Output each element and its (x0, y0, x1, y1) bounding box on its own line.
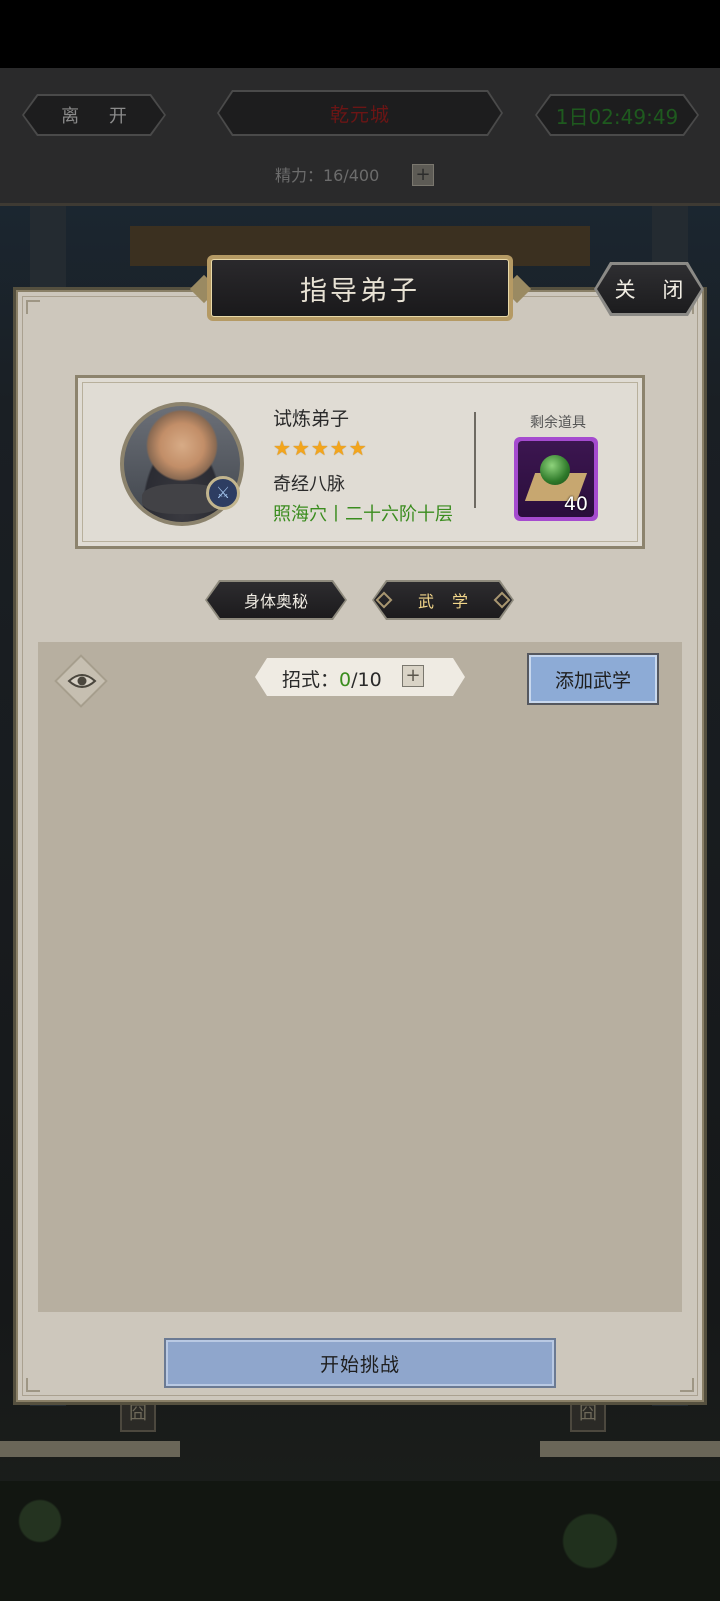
add-martial-arts-button[interactable]: 添加武学 (527, 653, 659, 705)
divider (474, 412, 476, 508)
city-name-plate: 乾元城 (217, 90, 503, 136)
bench (540, 1441, 720, 1457)
corner-ornament (26, 1378, 40, 1392)
energy-plus-button[interactable]: + (412, 164, 434, 186)
moves-text: 招式：0/10 (282, 665, 382, 692)
meridian-label: 奇经八脉 (273, 474, 345, 495)
item-slot[interactable]: 40 (514, 437, 598, 521)
bench (0, 1441, 180, 1457)
moves-plus-button[interactable]: + (402, 665, 424, 687)
moves-max: /10 (351, 669, 382, 691)
close-button[interactable]: 关 闭 (594, 262, 704, 316)
tab-label: 武学 (374, 582, 512, 618)
acupoint-progress: 照海穴丨二十六阶十层 (273, 504, 453, 525)
timer-plate: 1日02:49:49 (535, 94, 699, 136)
leave-label: 离 开 (61, 106, 139, 127)
martial-arts-list-area[interactable] (38, 642, 682, 1312)
disciple-info-card: ⚔ 试炼弟子 ★★★★★ 奇经八脉 照海穴丨二十六阶十层 剩余道具 40 (75, 375, 645, 549)
eye-icon (67, 674, 97, 688)
leave-button[interactable]: 离 开 (22, 94, 166, 136)
city-name: 乾元城 (329, 103, 390, 126)
sword-icon: ⚔ (206, 476, 240, 510)
corner-ornament (26, 300, 40, 314)
close-label: 关 闭 (597, 265, 701, 313)
green-orb-icon (540, 455, 570, 485)
grass-area (0, 1481, 720, 1601)
dialog-title: 指导弟子 (211, 259, 509, 317)
start-challenge-button[interactable]: 开始挑战 (164, 1338, 556, 1388)
disciple-name: 试炼弟子 (273, 408, 350, 430)
item-count: 40 (563, 493, 588, 515)
moves-current: 0 (339, 669, 352, 691)
star-rating: ★★★★★ (273, 436, 368, 460)
tab-label: 身体奥秘 (207, 582, 345, 618)
countdown-timer: 1日02:49:49 (555, 104, 679, 129)
moves-label: 招式： (282, 669, 340, 691)
remaining-items-label: 剩余道具 (530, 415, 586, 431)
dialog-title-plate: 指导弟子 (207, 255, 513, 321)
energy-text: 精力：16/400 (275, 166, 380, 185)
tab-body-secrets[interactable]: 身体奥秘 (205, 580, 347, 620)
corner-ornament (680, 1378, 694, 1392)
